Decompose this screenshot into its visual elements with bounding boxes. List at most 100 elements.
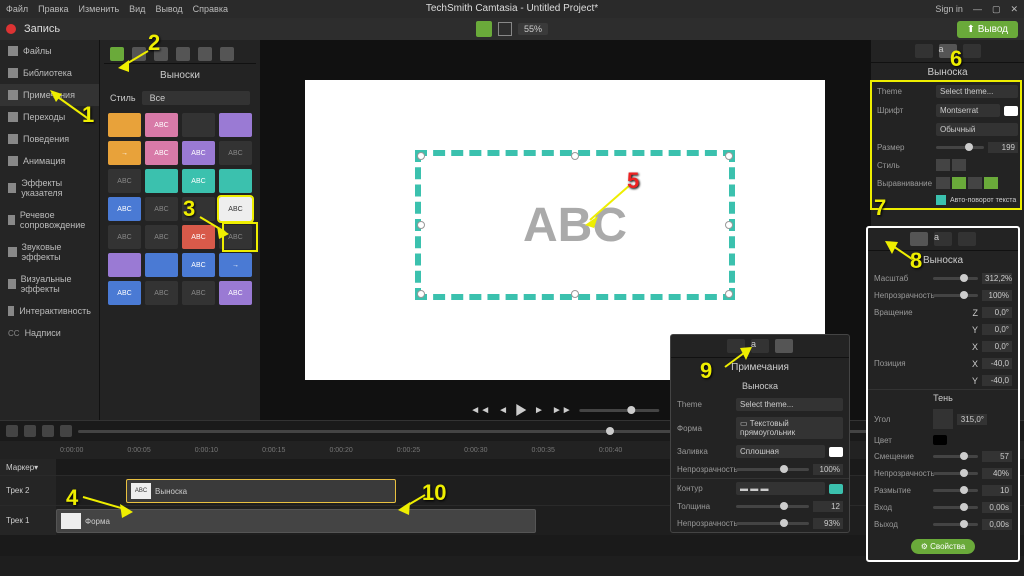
timeline-clip-callout[interactable]: ABCВыноска <box>126 479 396 503</box>
fill-select[interactable]: Сплошная <box>736 445 825 458</box>
callout-thumb[interactable]: ABC <box>182 169 215 193</box>
next-icon[interactable]: ►► <box>552 405 572 416</box>
ptab-text[interactable]: a <box>934 232 952 246</box>
callout-thumb[interactable] <box>108 253 141 277</box>
scale-slider[interactable] <box>933 277 978 280</box>
fill-color[interactable] <box>829 447 843 457</box>
font-style-select[interactable]: Обычный <box>936 123 1018 136</box>
resize-handle[interactable] <box>725 290 733 298</box>
signin-link[interactable]: Sign in <box>935 4 963 15</box>
record-label[interactable]: Запись <box>24 23 60 35</box>
minimize-icon[interactable]: — <box>973 4 982 15</box>
align-left[interactable] <box>936 177 950 189</box>
ptab-callout[interactable] <box>958 232 976 246</box>
sidebar-item-visual-fx[interactable]: Визуальные эффекты <box>0 268 99 300</box>
callout-thumb[interactable] <box>145 253 178 277</box>
sidebar-item-media[interactable]: Файлы <box>0 40 99 62</box>
outline-color[interactable] <box>829 484 843 494</box>
sidebar-item-interactivity[interactable]: Интерактивность <box>0 300 99 322</box>
resize-handle[interactable] <box>571 152 579 160</box>
prop-tab-visual[interactable] <box>915 44 933 58</box>
tab-blur[interactable] <box>176 47 190 61</box>
sidebar-item-behaviors[interactable]: Поведения <box>0 128 99 150</box>
thickness-slider[interactable] <box>736 505 809 508</box>
fill-op-slider[interactable] <box>736 468 809 471</box>
menu-file[interactable]: Файл <box>6 4 28 14</box>
callout-thumb[interactable] <box>219 113 252 137</box>
marker-label[interactable]: Маркер ▾ <box>0 459 56 475</box>
track-label[interactable]: Трек 1 <box>0 506 56 535</box>
callout-thumb[interactable]: ABC <box>182 281 215 305</box>
opacity-slider[interactable] <box>933 294 978 297</box>
record-icon[interactable] <box>6 24 16 34</box>
undo-icon[interactable] <box>6 425 18 437</box>
sidebar-item-captions[interactable]: CCНадписи <box>0 322 99 344</box>
play-button[interactable] <box>516 404 526 416</box>
crop-tool-icon[interactable] <box>498 22 512 36</box>
align-center[interactable] <box>952 177 966 189</box>
tab-sketch[interactable] <box>198 47 212 61</box>
menu-help[interactable]: Справка <box>193 4 228 14</box>
callout-thumb[interactable] <box>219 169 252 193</box>
resize-handle[interactable] <box>571 290 579 298</box>
callout-thumb[interactable]: ABC <box>108 281 141 305</box>
sidebar-item-voice[interactable]: Речевое сопровождение <box>0 204 99 236</box>
size-slider[interactable] <box>936 146 984 149</box>
tab-keystroke[interactable] <box>220 47 234 61</box>
callout-thumb[interactable]: ABC <box>108 197 141 221</box>
resize-handle[interactable] <box>417 221 425 229</box>
sidebar-item-audio-fx[interactable]: Звуковые эффекты <box>0 236 99 268</box>
callout-thumb[interactable] <box>182 113 215 137</box>
step-back-icon[interactable]: ◄ <box>498 405 508 416</box>
outline-op-slider[interactable] <box>736 522 809 525</box>
callout-thumb[interactable]: ABC <box>145 281 178 305</box>
blur-slider[interactable] <box>933 489 978 492</box>
callout-thumb[interactable]: ABC <box>145 113 178 137</box>
outline-style[interactable]: ▬ ▬ ▬ <box>736 482 825 495</box>
track-label[interactable]: Трек 2 <box>0 476 56 505</box>
menu-output[interactable]: Вывод <box>155 4 182 14</box>
resize-handle[interactable] <box>725 152 733 160</box>
callout-thumb[interactable]: ABC <box>219 281 252 305</box>
underline-btn[interactable] <box>936 159 950 171</box>
menu-view[interactable]: Вид <box>129 4 145 14</box>
split-icon[interactable] <box>60 425 72 437</box>
shape-select[interactable]: ▭ Текстовый прямоугольник <box>736 417 843 439</box>
prev-icon[interactable]: ◄◄ <box>470 405 490 416</box>
cut-icon[interactable] <box>42 425 54 437</box>
callout-thumb[interactable] <box>108 113 141 137</box>
callout-thumb[interactable]: ABC <box>182 141 215 165</box>
callout-thumb[interactable]: ABC <box>108 169 141 193</box>
prop-tab-callout[interactable] <box>963 44 981 58</box>
ptab-callout[interactable] <box>775 339 793 353</box>
cursor-tool-icon[interactable] <box>476 21 492 37</box>
style-select[interactable]: Все <box>142 91 250 105</box>
font-select[interactable]: Montserrat <box>936 104 1000 117</box>
callout-thumb[interactable]: ABC <box>108 225 141 249</box>
shadow-color[interactable] <box>933 435 947 445</box>
resize-handle[interactable] <box>417 290 425 298</box>
angle-dial[interactable] <box>933 409 953 429</box>
export-button[interactable]: ⬆ Вывод <box>957 21 1018 38</box>
callout-object[interactable]: ABC <box>415 150 735 300</box>
sidebar-item-animation[interactable]: Анимация <box>0 150 99 172</box>
close-icon[interactable]: ✕ <box>1010 4 1018 15</box>
size-value[interactable]: 199 <box>988 142 1018 153</box>
menu-modify[interactable]: Изменить <box>79 4 120 14</box>
autorotate-check[interactable] <box>936 195 946 205</box>
maximize-icon[interactable]: ▢ <box>992 4 1001 15</box>
step-fwd-icon[interactable]: ► <box>534 405 544 416</box>
menu-edit[interactable]: Правка <box>38 4 68 14</box>
out-slider[interactable] <box>933 523 978 526</box>
strike-btn[interactable] <box>952 159 966 171</box>
shadow-op-slider[interactable] <box>933 472 978 475</box>
resize-handle[interactable] <box>417 152 425 160</box>
align-mid[interactable] <box>984 177 998 189</box>
callout-thumb[interactable] <box>145 169 178 193</box>
resize-handle[interactable] <box>725 221 733 229</box>
sidebar-item-cursor[interactable]: Эффекты указателя <box>0 172 99 204</box>
callout-thumb[interactable]: ABC <box>219 141 252 165</box>
callout-thumb[interactable]: → <box>219 253 252 277</box>
in-slider[interactable] <box>933 506 978 509</box>
props-button[interactable]: ⚙ Свойства <box>911 539 976 554</box>
